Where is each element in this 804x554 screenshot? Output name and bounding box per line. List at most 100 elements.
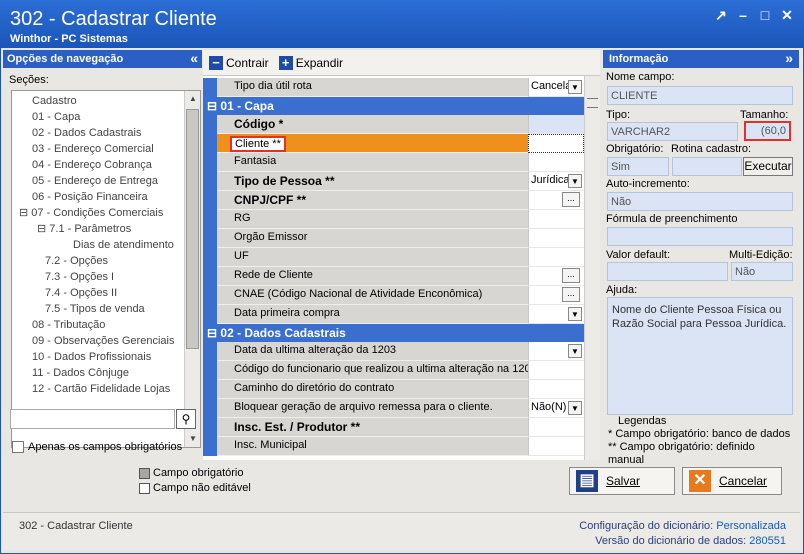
grid-row[interactable]: Insc. Est. / Produtor ** [203, 418, 600, 437]
grid-row[interactable]: Cliente ** [203, 134, 600, 153]
grid-row[interactable]: CNPJ/CPF **... [203, 191, 600, 210]
save-button[interactable]: ▤ Salvar [569, 467, 675, 495]
field-label: RG [217, 210, 528, 229]
tree-item[interactable]: ⊟ 07 - Condições Comerciais [15, 205, 200, 221]
tree-item[interactable]: 04 - Endereço Cobrança [15, 157, 200, 173]
field-label: Insc. Municipal [217, 437, 528, 456]
scroll-thumb[interactable] [587, 98, 598, 108]
execute-button[interactable]: Executar [743, 157, 793, 176]
tree-item[interactable]: 03 - Endereço Comercial [15, 141, 200, 157]
tree-item[interactable]: 02 - Dados Cadastrais [15, 125, 200, 141]
tree-item[interactable]: ⊟ 7.1 - Parâmetros [15, 221, 200, 237]
field-value-input[interactable] [528, 115, 584, 134]
field-value-input[interactable]: Cancela ▼ [528, 78, 584, 97]
field-label-text: Fantasia [234, 155, 277, 167]
search-icon[interactable]: ⚲ [176, 409, 196, 429]
tree-item[interactable]: 05 - Endereço de Entrega [15, 173, 200, 189]
tree-item[interactable]: 08 - Tributação [15, 317, 200, 333]
grid-row[interactable]: Data da ultima alteração da 1203 ▼ [203, 342, 600, 361]
field-value-input[interactable] [528, 418, 584, 437]
field-value-input[interactable] [528, 361, 584, 380]
tree-item[interactable]: 7.3 - Opções I [15, 269, 200, 285]
grid-row[interactable]: Orgão Emissor [203, 229, 600, 248]
tree-item[interactable]: 7.2 - Opções [15, 253, 200, 269]
tree-item[interactable]: 7.4 - Opções II [15, 285, 200, 301]
checkbox-box[interactable] [12, 441, 24, 453]
field-value-input[interactable] [528, 134, 584, 153]
tree-item[interactable]: 06 - Posição Financeira [15, 189, 200, 205]
grid-row[interactable]: Insc. Municipal [203, 437, 600, 456]
field-value-input[interactable]: ... [528, 191, 584, 210]
config-key: Configuração do dicionário: [579, 520, 714, 532]
tree-item[interactable]: 01 - Capa [15, 109, 200, 125]
grid-row[interactable]: RG [203, 210, 600, 229]
tree-item[interactable]: 7.5 - Tipos de venda [15, 301, 200, 317]
required-only-checkbox[interactable]: Apenas os campos obrigatórios [12, 441, 182, 453]
information-panel-title: Informação [609, 53, 669, 65]
collapse-left-icon[interactable]: « [190, 50, 198, 66]
grid-row[interactable]: Código do funcionario que realizou a ult… [203, 361, 600, 380]
field-value-input[interactable] [528, 210, 584, 229]
row-gutter [203, 229, 217, 248]
field-value-input[interactable] [528, 153, 584, 172]
grid-row[interactable]: Tipo de Pessoa ** Jurídica ▼ [203, 172, 600, 191]
cancel-button[interactable]: ✕ Cancelar [682, 467, 782, 495]
field-value-input[interactable]: ▼ [528, 305, 584, 324]
expand-button[interactable]: + Expandir [278, 55, 343, 70]
tree-item[interactable]: 09 - Observações Gerenciais [15, 333, 200, 349]
grid-section-header[interactable]: ⊟ 01 - Capa [203, 97, 600, 115]
field-value-input[interactable]: ... [528, 286, 584, 305]
grid-scrollbar[interactable] [584, 76, 600, 460]
ellipsis-button[interactable]: ... [562, 287, 580, 302]
edit-icon[interactable]: ↗ [712, 6, 730, 24]
tree-scrollbar[interactable]: ▲ ▼ [184, 91, 200, 447]
chevron-down-icon[interactable]: ▼ [568, 174, 582, 188]
navigation-panel: Opções de navegação « Seções: Cadastro 01… [3, 50, 202, 460]
collapse-right-icon[interactable]: » [785, 50, 793, 66]
tree-item[interactable]: 12 - Cartão Fidelidade Lojas [15, 381, 200, 397]
field-value-input[interactable] [528, 229, 584, 248]
minimize-icon[interactable]: – [734, 6, 752, 24]
ellipsis-button[interactable]: ... [562, 192, 580, 207]
row-gutter [203, 153, 217, 172]
chevron-down-icon[interactable]: ▼ [568, 401, 582, 415]
tree-item[interactable]: Cadastro [15, 93, 200, 109]
field-value-input[interactable]: ▼ [528, 342, 584, 361]
tree-item[interactable]: 10 - Dados Profissionais [15, 349, 200, 365]
tree-item[interactable]: 11 - Dados Cônjuge [15, 365, 200, 381]
field-label-text: Insc. Municipal [234, 439, 307, 451]
field-label: Data da ultima alteração da 1203 [217, 342, 528, 361]
scroll-down-icon[interactable]: ▼ [185, 431, 200, 447]
ellipsis-button[interactable]: ... [562, 268, 580, 283]
chevron-down-icon[interactable]: ▼ [568, 307, 582, 321]
chevron-down-icon[interactable]: ▼ [568, 80, 582, 94]
grid-row[interactable]: Caminho do diretório do contrato [203, 380, 600, 399]
grid-row[interactable]: Data primeira compra ▼ [203, 305, 600, 324]
tree-item[interactable]: Dias de atendimento [15, 237, 200, 253]
grid-row[interactable]: Tipo dia útil rota Cancela ▼ [203, 78, 600, 97]
grid-row[interactable]: Fantasia [203, 153, 600, 172]
chevron-down-icon[interactable]: ▼ [568, 344, 582, 358]
field-value-input[interactable] [528, 248, 584, 267]
grid-row[interactable]: CNAE (Código Nacional de Atividade Encon… [203, 286, 600, 305]
grid-row[interactable]: Código * [203, 115, 600, 134]
field-value-input[interactable]: Jurídica ▼ [528, 172, 584, 191]
collapse-button[interactable]: − Contrair [209, 55, 269, 70]
scroll-thumb[interactable] [186, 109, 199, 349]
maximize-icon[interactable]: □ [756, 6, 774, 24]
legend-readonly: Campo não editável [139, 482, 251, 494]
status-bar: 302 - Cadastrar Cliente Configuração do … [3, 512, 800, 550]
tree-search-input[interactable] [10, 409, 175, 429]
field-value-input[interactable]: Não(N) ▼ [528, 399, 584, 418]
field-value-input[interactable] [528, 380, 584, 399]
scroll-up-icon[interactable]: ▲ [185, 91, 200, 107]
close-icon[interactable]: ✕ [778, 6, 796, 24]
field-value-input[interactable] [528, 437, 584, 456]
grid-row[interactable]: Bloquear geração de arquivo remessa para… [203, 399, 600, 418]
field-label-text: RG [234, 212, 251, 224]
grid-row[interactable]: Rede de Cliente... [203, 267, 600, 286]
title-bar: 302 - Cadastrar Cliente Winthor - PC Sis… [0, 0, 804, 48]
grid-row[interactable]: UF [203, 248, 600, 267]
grid-section-header[interactable]: ⊟ 02 - Dados Cadastrais [203, 324, 600, 342]
field-value-input[interactable]: ... [528, 267, 584, 286]
